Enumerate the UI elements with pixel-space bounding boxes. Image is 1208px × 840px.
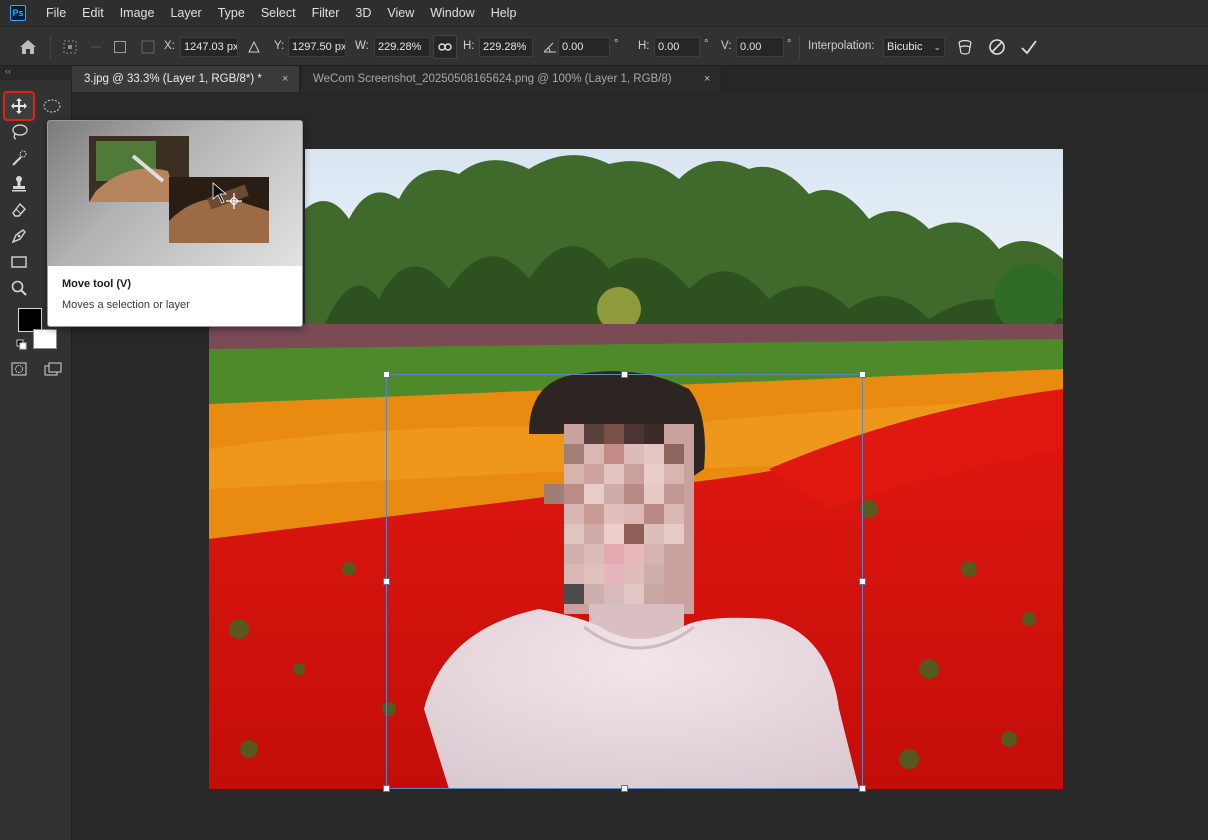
menu-edit[interactable]: Edit (74, 0, 112, 26)
cancel-transform-icon[interactable] (985, 35, 1009, 59)
menu-bar: Ps File Edit Image Layer Type Select Fil… (0, 0, 1208, 26)
transform-handle-top-right[interactable] (859, 371, 866, 378)
menu-3d[interactable]: 3D (347, 0, 379, 26)
tooltip-preview-image (48, 121, 302, 266)
menu-view[interactable]: View (379, 0, 422, 26)
marquee-tool-button[interactable] (39, 93, 67, 119)
w-label: W: (355, 40, 369, 52)
rectangle-tool-button[interactable] (5, 249, 33, 275)
tooltip-description: Moves a selection or layer (62, 299, 190, 311)
quick-mask-tool-button[interactable] (5, 356, 33, 382)
lasso-tool-button[interactable] (5, 119, 33, 145)
screen-mode-icon (44, 362, 62, 376)
reference-grid-icon (84, 35, 108, 59)
reference-point-grid-icon[interactable] (136, 35, 160, 59)
height-field[interactable]: 229.28% (479, 37, 533, 57)
background-color-swatch[interactable] (33, 329, 57, 349)
clone-stamp-tool-button[interactable] (5, 171, 33, 197)
link-icon[interactable] (433, 35, 457, 59)
document-tab-bar: 3.jpg @ 33.3% (Layer 1, RGB/8*) * × WeCo… (72, 66, 1208, 92)
transform-handle-top-left[interactable] (383, 371, 390, 378)
commit-transform-icon[interactable] (1017, 35, 1041, 59)
default-colors-icon[interactable] (16, 339, 28, 354)
chevron-down-icon: ⌄ (933, 42, 941, 52)
interpolation-label: Interpolation: (808, 40, 875, 52)
reference-point-icon[interactable] (58, 35, 82, 59)
toggle-reference-checkbox[interactable] (108, 35, 132, 59)
degree-symbol: ° (787, 38, 792, 50)
separator (799, 35, 800, 59)
interpolation-value: Bicubic (887, 41, 923, 53)
menu-window[interactable]: Window (422, 0, 482, 26)
horizontal-skew-field[interactable]: 0.00 (654, 37, 700, 57)
zoom-icon (11, 280, 27, 296)
pen-icon (11, 229, 26, 244)
transform-bounding-box[interactable] (383, 371, 866, 792)
y-position-field[interactable]: 1297.50 px (288, 37, 346, 57)
quick-mask-icon (11, 362, 27, 376)
close-icon[interactable]: × (282, 66, 288, 92)
menu-select[interactable]: Select (253, 0, 304, 26)
y-label: Y: (274, 40, 285, 52)
menu-type[interactable]: Type (210, 0, 253, 26)
transform-handle-top-center[interactable] (621, 371, 628, 378)
close-icon[interactable]: × (704, 66, 710, 92)
home-icon[interactable] (16, 35, 40, 59)
vskew-label: V: (721, 40, 732, 52)
move-tool-button[interactable] (3, 91, 35, 121)
rotation-angle-field[interactable]: 0.00 (558, 37, 610, 57)
tool-tooltip: Move tool (V) Moves a selection or layer (47, 120, 303, 327)
tab-label: WeCom Screenshot_20250508165624.png @ 10… (313, 73, 672, 85)
menu-layer[interactable]: Layer (162, 0, 209, 26)
elliptical-marquee-icon (43, 99, 61, 113)
separator (50, 35, 51, 59)
eraser-icon (12, 202, 26, 217)
x-label: X: (164, 40, 175, 52)
transform-handle-bottom-left[interactable] (383, 785, 390, 792)
degree-symbol: ° (614, 38, 619, 50)
width-field[interactable]: 229.28% (374, 37, 430, 57)
tooltip-title: Move tool (V) (62, 278, 132, 290)
transform-handle-bottom-right[interactable] (859, 785, 866, 792)
transform-handle-bottom-center[interactable] (621, 785, 628, 792)
delta-icon[interactable] (242, 35, 266, 59)
lasso-icon (12, 124, 28, 140)
transform-handle-middle-right[interactable] (859, 578, 866, 585)
warp-icon[interactable] (953, 35, 977, 59)
tab-wecom-screenshot[interactable]: WeCom Screenshot_20250508165624.png @ 10… (300, 66, 722, 92)
screen-mode-button[interactable] (39, 356, 67, 382)
x-position-field[interactable]: 1247.03 px (180, 37, 238, 57)
hskew-label: H: (638, 40, 650, 52)
vertical-skew-field[interactable]: 0.00 (736, 37, 784, 57)
pen-tool-button[interactable] (5, 223, 33, 249)
quick-selection-icon (12, 150, 27, 166)
rectangle-icon (11, 256, 27, 268)
options-bar: X: 1247.03 px Y: 1297.50 px W: 229.28% H… (0, 26, 1208, 66)
zoom-tool-button[interactable] (5, 275, 33, 301)
tab-label: 3.jpg @ 33.3% (Layer 1, RGB/8*) * (84, 73, 262, 85)
collapse-panel-icon[interactable]: ‹‹ (5, 66, 11, 76)
eraser-tool-button[interactable] (5, 197, 33, 223)
move-icon (11, 98, 27, 114)
menu-file[interactable]: File (38, 0, 74, 26)
transform-handle-middle-left[interactable] (383, 578, 390, 585)
h-label: H: (463, 40, 475, 52)
degree-symbol: ° (704, 38, 709, 50)
quick-selection-tool-button[interactable] (5, 145, 33, 171)
photoshop-logo-icon[interactable]: Ps (10, 5, 26, 21)
menu-image[interactable]: Image (112, 0, 163, 26)
menu-help[interactable]: Help (483, 0, 525, 26)
tab-3-jpg[interactable]: 3.jpg @ 33.3% (Layer 1, RGB/8*) * × (72, 66, 299, 92)
stamp-icon (12, 176, 26, 192)
interpolation-select[interactable]: Bicubic ⌄ (883, 37, 945, 57)
menu-filter[interactable]: Filter (304, 0, 348, 26)
